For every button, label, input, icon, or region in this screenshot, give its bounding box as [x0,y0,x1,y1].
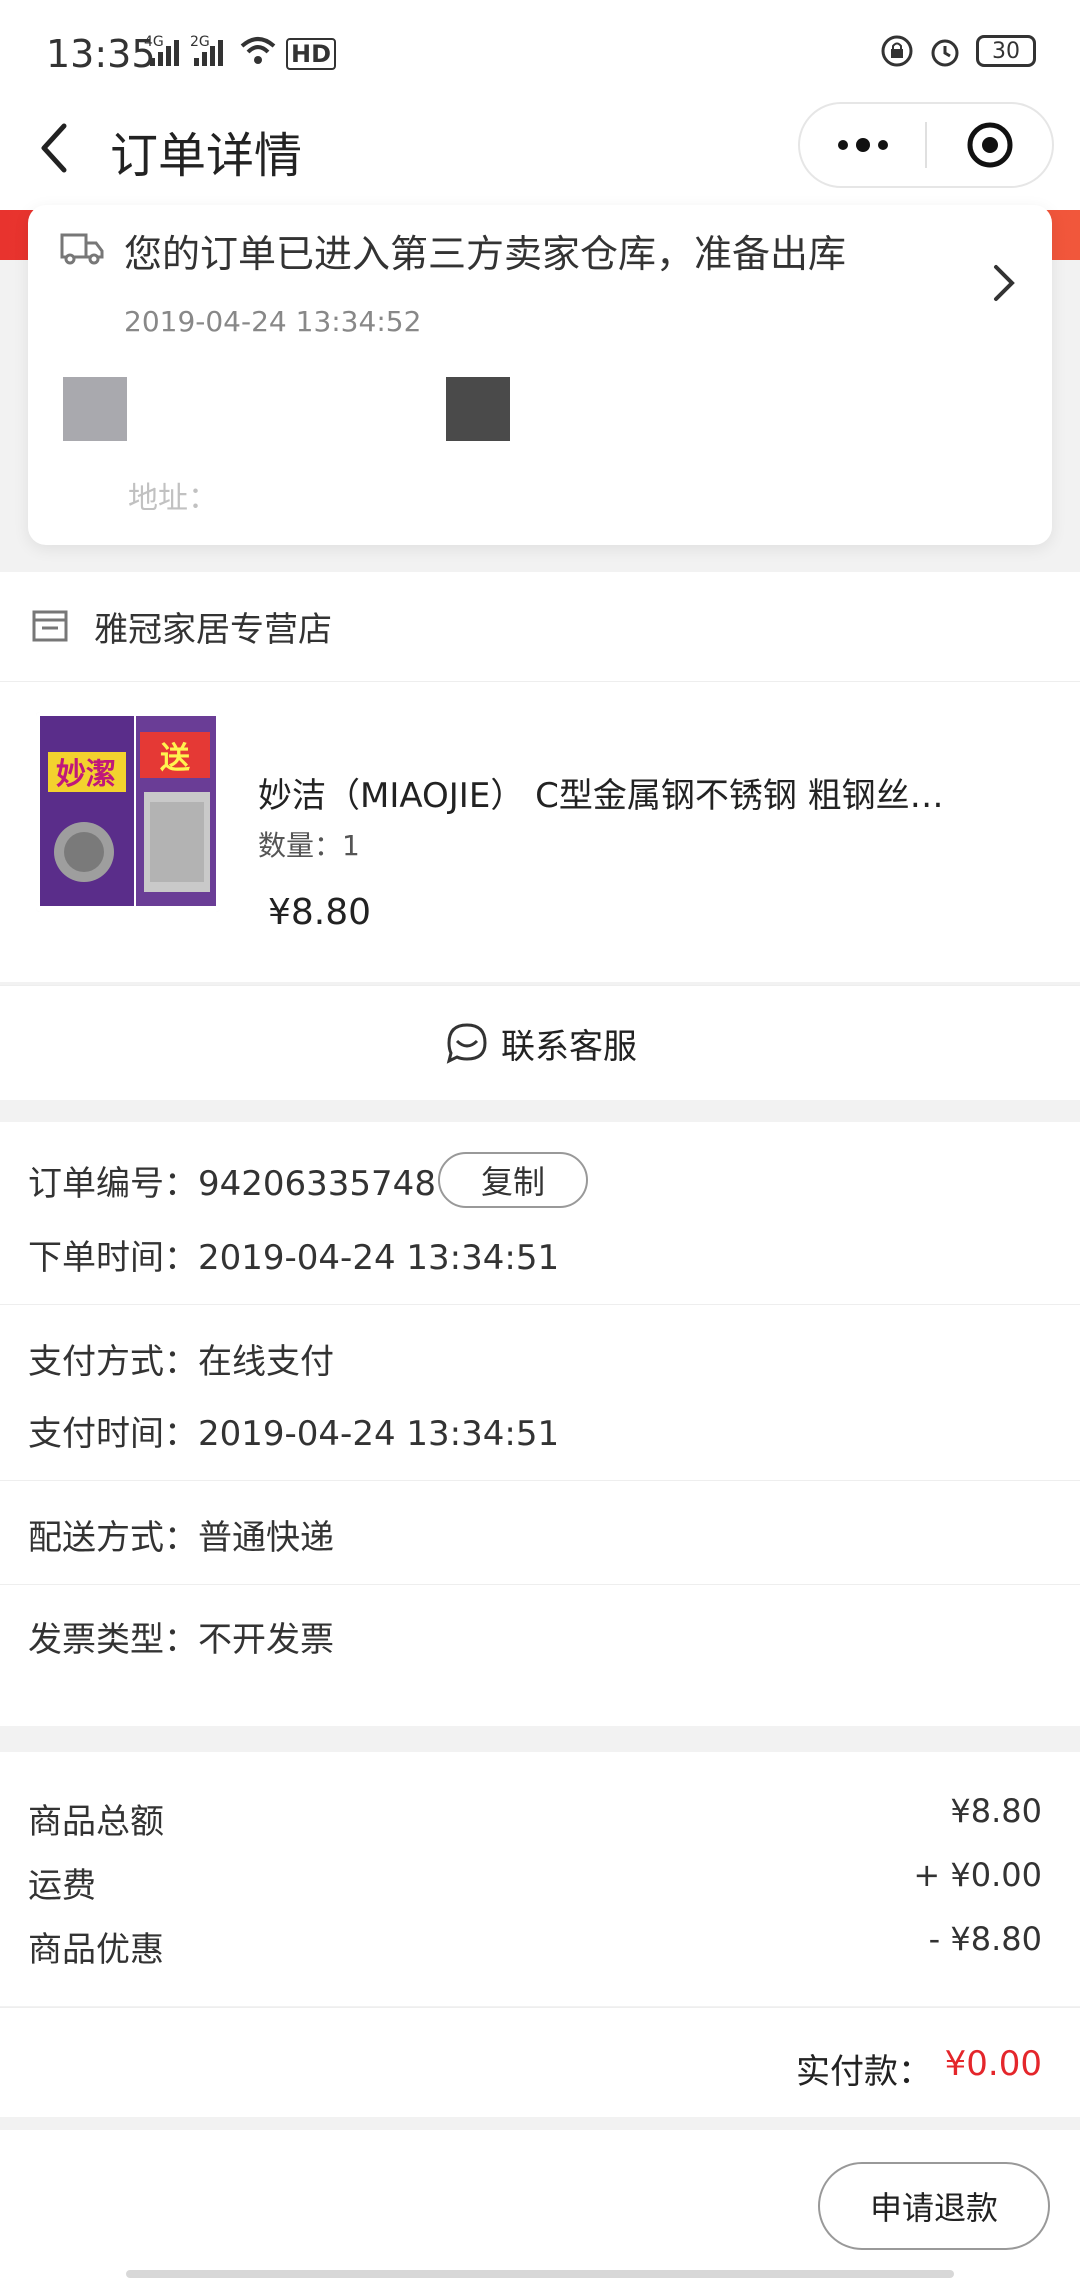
product-promo-text: 送 [160,741,190,776]
wifi-icon [240,37,276,64]
invoice-type: 发票类型：不开发票 [28,1620,334,1660]
alarm-icon [931,39,959,67]
order-time: 下单时间：2019-04-24 13:34:51 [28,1238,560,1278]
target-icon [967,122,1012,168]
order-info-block: 订单编号：94206335748 复制 下单时间：2019-04-24 13:3… [0,1122,1080,1726]
battery-indicator: 30 [976,35,1036,67]
shop-row[interactable]: 雅冠家居专营店 [0,572,1080,682]
more-dot-icon [877,140,888,150]
signal-icon [150,40,179,66]
page-title: 订单详情 [110,128,303,184]
order-number: 订单编号：94206335748 [28,1164,436,1204]
home-indicator [126,2270,954,2278]
truck-icon [60,233,104,265]
more-dot-icon [837,140,848,150]
product-quantity: 数量：1 [258,829,360,862]
logistics-message: 您的订单已进入第三方卖家仓库，准备出库 [124,232,847,276]
refund-button[interactable]: 申请退款 [818,2162,1050,2250]
more-dot-icon [855,138,870,152]
close-miniprogram-button[interactable] [927,120,1052,170]
status-time: 13:35 [46,32,156,76]
product-row[interactable]: 妙潔 送 妙洁（MIAOJIE） C型金属钢不锈钢 粗钢丝… 数量：1 ¥8.8… [0,682,1080,982]
redacted-block [63,377,127,441]
store-icon [32,610,68,642]
payment-time: 支付时间：2019-04-24 13:34:51 [28,1414,560,1454]
product-brand-text: 妙潔 [56,757,116,792]
address-label: 地址： [128,481,218,516]
product-title: 妙洁（MIAOJIE） C型金属钢不锈钢 粗钢丝… [258,776,944,816]
chevron-right-icon [994,265,1015,301]
contact-service-label: 联系客服 [501,1026,637,1067]
divider [0,1304,1080,1305]
status-bar: 13:35 4G 2G HD 30 [0,0,1080,110]
back-arrow-icon[interactable] [34,118,74,178]
product-image[interactable]: 妙潔 送 [36,712,220,912]
discount-label: 商品优惠 [28,1930,164,1970]
price-summary: 商品总额 ¥8.80 运费 + ¥0.00 商品优惠 - ¥8.80 [0,1752,1080,2006]
goods-total-label: 商品总额 [28,1802,164,1842]
divider [0,1584,1080,1585]
customer-service-icon [446,1023,487,1064]
delivery-method: 配送方式：普通快递 [28,1518,334,1558]
hd-icon: HD [286,38,337,70]
payment-method: 支付方式：在线支付 [28,1342,334,1382]
goods-total-value: ¥8.80 [950,1792,1042,1830]
redacted-block [446,377,510,441]
total-paid-row: 实付款： ¥0.00 [0,2007,1080,2117]
copy-order-number-button[interactable]: 复制 [438,1152,588,1208]
total-paid-value: ¥0.00 [944,2044,1042,2084]
logistics-card[interactable]: 您的订单已进入第三方卖家仓库，准备出库 2019-04-24 13:34:52 … [28,205,1052,545]
logistics-time: 2019-04-24 13:34:52 [124,305,422,338]
bottom-action-bar: 申请退款 [0,2130,1080,2280]
divider [0,1480,1080,1481]
status-right-icons: 30 [880,34,1036,68]
more-button[interactable] [800,138,925,152]
product-price: ¥8.80 [268,892,372,933]
shipping-value: + ¥0.00 [913,1856,1042,1894]
miniprogram-capsule [798,102,1054,188]
contact-service-button[interactable]: 联系客服 [0,985,1080,1100]
shop-name: 雅冠家居专营店 [94,610,332,650]
shipping-label: 运费 [28,1866,96,1906]
total-paid-label: 实付款： [796,2052,932,2092]
signal-icon-2 [194,40,223,66]
lock-rotation-icon [881,35,913,67]
discount-value: - ¥8.80 [928,1920,1042,1958]
